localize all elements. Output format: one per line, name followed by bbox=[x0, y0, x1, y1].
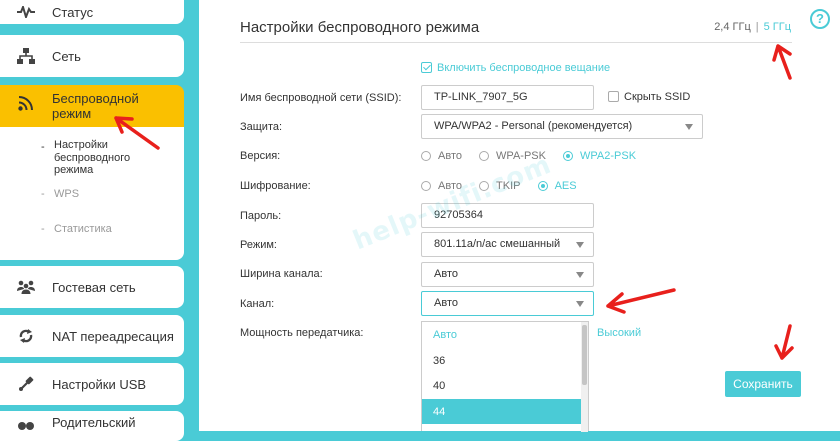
chevron-down-icon bbox=[576, 272, 584, 278]
channel-value: Авто bbox=[434, 297, 458, 309]
sidebar: Статус Сеть Беспроводной режим - Настрой… bbox=[0, 0, 184, 441]
version-radio-auto[interactable]: Авто bbox=[421, 150, 462, 162]
channel-width-select[interactable]: Авто bbox=[421, 262, 594, 287]
sidebar-subitem-statistics[interactable]: Статистика bbox=[54, 223, 112, 236]
channel-select[interactable]: Авто bbox=[421, 291, 594, 316]
guests-icon bbox=[0, 280, 52, 294]
channel-dropdown: Авто 36 40 44 bbox=[421, 321, 589, 432]
sidebar-item-label: Родительский bbox=[52, 415, 136, 430]
radio-selected-icon bbox=[563, 151, 574, 161]
sidebar-item-label: Статус bbox=[52, 4, 94, 20]
checkbox-checked-icon bbox=[421, 62, 432, 73]
band-separator: | bbox=[755, 21, 759, 33]
parental-icon bbox=[0, 415, 52, 433]
help-icon[interactable]: ? bbox=[810, 9, 830, 29]
security-value: WPA/WPA2 - Personal (рекомендуется) bbox=[434, 120, 633, 132]
ssid-label: Имя беспроводной сети (SSID): bbox=[240, 92, 402, 104]
mode-select[interactable]: 801.11a/n/ac смешанный bbox=[421, 232, 594, 257]
version-label: Версия: bbox=[240, 150, 281, 162]
channel-option-36[interactable]: 36 bbox=[422, 348, 588, 374]
usb-icon bbox=[0, 376, 52, 392]
channel-width-label: Ширина канала: bbox=[240, 268, 323, 280]
sidebar-item-guest[interactable]: Гостевая сеть bbox=[0, 266, 184, 308]
sub-bullet: - bbox=[41, 188, 45, 200]
channel-width-value: Авто bbox=[434, 268, 458, 280]
version-radio-wpa2-psk[interactable]: WPA2-PSK bbox=[563, 150, 636, 162]
page-title: Настройки беспроводного режима bbox=[240, 19, 480, 36]
pulse-icon bbox=[0, 0, 52, 18]
band-5ghz-link[interactable]: 5 ГГц bbox=[764, 21, 791, 33]
hide-ssid-checkbox[interactable]: Скрыть SSID bbox=[608, 91, 690, 103]
divider bbox=[240, 42, 792, 43]
sub-bullet: - bbox=[41, 141, 45, 153]
tx-power-label: Мощность передатчика: bbox=[240, 327, 364, 339]
channel-option-40[interactable]: 40 bbox=[422, 373, 588, 399]
main-content: Настройки беспроводного режима 2,4 ГГц | 5… bbox=[199, 0, 840, 432]
radio-label: Авто bbox=[438, 150, 462, 162]
password-label: Пароль: bbox=[240, 210, 282, 222]
radio-icon bbox=[421, 151, 431, 161]
sidebar-item-label: Настройки USB bbox=[52, 376, 147, 392]
radio-icon bbox=[479, 151, 490, 161]
ssid-input[interactable]: TP-LINK_7907_5G bbox=[421, 85, 594, 110]
sidebar-item-label: Сеть bbox=[52, 48, 81, 64]
checkbox-unchecked-icon bbox=[608, 91, 619, 102]
annotation-arrow-channel bbox=[606, 288, 676, 314]
nat-icon bbox=[0, 328, 52, 344]
chevron-down-icon bbox=[576, 242, 584, 248]
wifi-icon bbox=[0, 91, 52, 111]
sidebar-item-nat[interactable]: NAT переадресация bbox=[0, 315, 184, 357]
security-select[interactable]: WPA/WPA2 - Personal (рекомендуется) bbox=[421, 114, 703, 139]
security-label: Защита: bbox=[240, 121, 283, 133]
channel-option-auto[interactable]: Авто bbox=[422, 322, 588, 348]
broadcast-label: Включить беспроводное вещание bbox=[437, 62, 611, 74]
sidebar-subitem-wps[interactable]: WPS bbox=[54, 188, 79, 201]
channel-option-44[interactable]: 44 bbox=[422, 398, 588, 424]
annotation-arrow-wireless bbox=[114, 116, 160, 150]
chevron-down-icon bbox=[576, 301, 584, 307]
mode-label: Режим: bbox=[240, 239, 277, 251]
radio-label: WPA2-PSK bbox=[580, 150, 637, 162]
network-icon bbox=[0, 48, 52, 64]
dropdown-scrollbar[interactable] bbox=[581, 322, 588, 432]
save-button[interactable]: Сохранить bbox=[725, 371, 801, 397]
sidebar-item-status[interactable]: Статус bbox=[0, 0, 184, 24]
encryption-label: Шифрование: bbox=[240, 180, 311, 192]
band-switcher: 2,4 ГГц | 5 ГГц bbox=[714, 21, 791, 33]
channel-label: Канал: bbox=[240, 298, 275, 310]
sidebar-item-label: Гостевая сеть bbox=[52, 279, 136, 295]
radio-icon bbox=[421, 181, 431, 191]
scrollbar-thumb[interactable] bbox=[582, 325, 587, 385]
band-24ghz-link[interactable]: 2,4 ГГц bbox=[714, 21, 751, 33]
annotation-arrow-save bbox=[774, 324, 794, 360]
radio-label: AES bbox=[554, 180, 577, 192]
broadcast-checkbox[interactable]: Включить беспроводное вещание bbox=[421, 62, 610, 74]
sidebar-item-label: NAT переадресация bbox=[52, 328, 174, 344]
sidebar-item-network[interactable]: Сеть bbox=[0, 35, 184, 77]
hide-ssid-label: Скрыть SSID bbox=[624, 91, 691, 103]
sub-bullet: - bbox=[41, 223, 45, 235]
sidebar-item-parental[interactable]: Родительский bbox=[0, 411, 184, 441]
sidebar-item-usb[interactable]: Настройки USB bbox=[0, 363, 184, 405]
tx-power-high-option[interactable]: Высокий bbox=[597, 327, 641, 339]
mode-value: 801.11a/n/ac смешанный bbox=[434, 238, 561, 250]
annotation-arrow-5ghz bbox=[772, 44, 792, 80]
chevron-down-icon bbox=[685, 124, 693, 130]
